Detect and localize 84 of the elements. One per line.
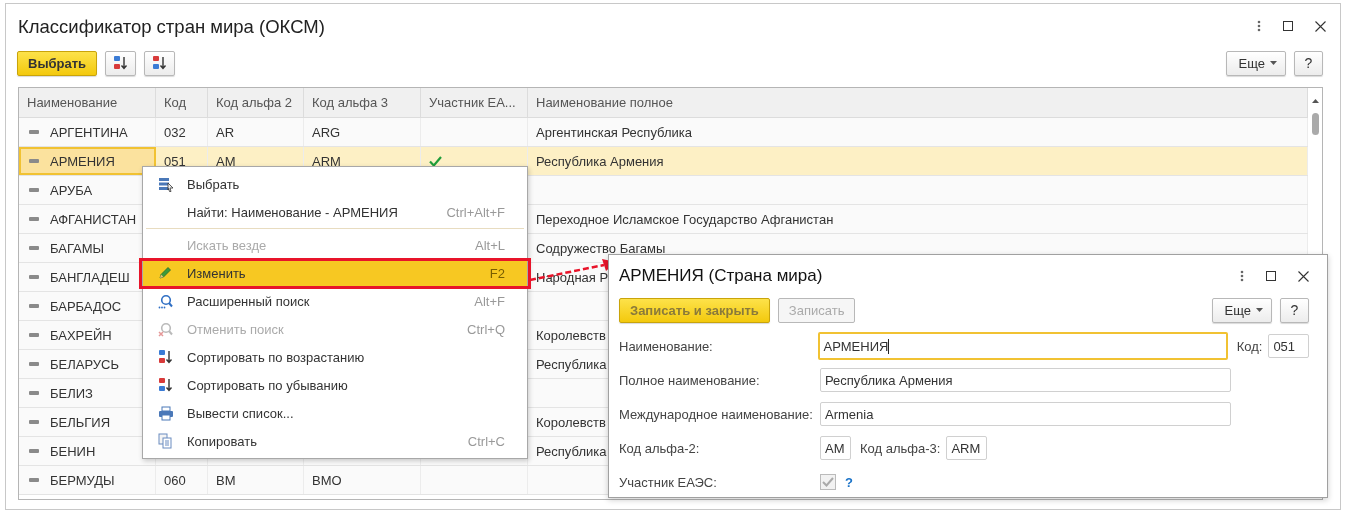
more-button[interactable]: Еще — [1225, 50, 1286, 76]
item-icon — [29, 449, 39, 453]
country-name: АРГЕНТИНА — [50, 124, 128, 140]
more-options-icon[interactable] — [1240, 270, 1244, 282]
country-name: БЕРМУДЫ — [50, 472, 115, 488]
country-name: АФГАНИСТАН — [50, 211, 137, 227]
copy-icon — [158, 433, 173, 449]
item-icon — [29, 304, 39, 308]
sort-descending-icon — [151, 55, 168, 71]
field-label: Код альфа-3: — [860, 440, 941, 456]
item-icon — [29, 130, 39, 134]
table-row[interactable]: АРГЕНТИНА 032 AR ARG Аргентинская Республика — [19, 118, 1308, 147]
item-icon — [29, 275, 39, 279]
column-header[interactable]: Код альфа 3 — [304, 88, 421, 117]
menu-item[interactable]: Сортировать по возрастанию — [143, 343, 527, 371]
select-button[interactable]: Выбрать — [17, 50, 98, 76]
alpha3-field[interactable]: ARM — [946, 436, 988, 460]
search-icon — [158, 293, 173, 309]
field-label: Международное наименование: — [619, 406, 814, 422]
list-icon — [158, 176, 174, 192]
country-name: АРУБА — [50, 182, 93, 198]
country-name: БАГАМЫ — [50, 240, 105, 256]
column-header[interactable]: Код альфа 2 — [208, 88, 304, 117]
table-cell: AR — [208, 118, 304, 146]
sort-ascending-icon — [158, 349, 174, 365]
caret-icon — [1256, 308, 1263, 312]
country-name: БЕЛАРУСЬ — [50, 356, 119, 372]
help-button[interactable]: ? — [1294, 50, 1323, 76]
item-icon — [29, 188, 39, 192]
column-header[interactable]: Наименование — [19, 88, 156, 117]
help-button[interactable]: ? — [1280, 297, 1309, 323]
country-name: АРМЕНИЯ — [50, 153, 115, 169]
caret-icon — [1270, 61, 1277, 65]
item-icon — [29, 333, 39, 337]
item-icon — [29, 420, 39, 424]
item-icon — [29, 159, 39, 163]
close-icon[interactable] — [1315, 20, 1326, 32]
table-cell: ARG — [304, 118, 421, 146]
name-field[interactable]: АРМЕНИЯ — [817, 332, 1228, 360]
maximize-icon[interactable] — [1283, 21, 1293, 31]
more-button[interactable]: Еще — [1211, 297, 1272, 323]
sort-descending-icon — [158, 377, 174, 393]
country-name: БЕЛИЗ — [50, 385, 93, 401]
alpha2-field[interactable]: AM — [820, 436, 851, 460]
more-options-icon[interactable] — [1257, 20, 1261, 32]
item-icon — [29, 478, 39, 482]
sort-ascending-button[interactable] — [105, 50, 137, 76]
menu-item[interactable]: Расширенный поиск Alt+F — [143, 287, 527, 315]
table-cell: 032 — [156, 118, 208, 146]
table-cell: BM — [208, 466, 304, 494]
field-label: Участник ЕАЭС: — [619, 474, 718, 490]
pencil-icon — [158, 266, 172, 280]
table-cell: 060 — [156, 466, 208, 494]
field-label: Код альфа-2: — [619, 440, 701, 456]
menu-item[interactable]: Изменить F2 — [143, 259, 527, 287]
item-icon — [29, 391, 39, 395]
search-cancel-icon — [158, 321, 173, 337]
menu-item[interactable]: Сортировать по убыванию — [143, 371, 527, 399]
table-cell: BMO — [304, 466, 421, 494]
table-row[interactable]: АРМЕНИЯ 051 AM ARM Республика Армения — [19, 147, 1308, 176]
item-icon — [29, 217, 39, 221]
maximize-icon[interactable] — [1266, 271, 1276, 281]
close-icon[interactable] — [1298, 270, 1309, 282]
country-name: БЕНИН — [50, 443, 96, 459]
full-name-field[interactable]: Республика Армения — [820, 368, 1231, 392]
code-field[interactable]: 051 — [1268, 334, 1309, 358]
dialog-title: АРМЕНИЯ (Страна мира) — [619, 266, 823, 286]
menu-item[interactable]: Вывести список... — [143, 399, 527, 427]
country-name: БАХРЕЙН — [50, 327, 112, 343]
item-icon — [29, 362, 39, 366]
country-name: БАНГЛАДЕШ — [50, 269, 130, 285]
column-header[interactable]: Код — [156, 88, 208, 117]
column-header[interactable]: Участник ЕА... — [421, 88, 528, 117]
printer-icon — [158, 405, 174, 421]
sort-ascending-icon — [112, 55, 129, 71]
window-title: Классификатор стран мира (ОКСМ) — [18, 15, 325, 38]
menu-item[interactable]: Копировать Ctrl+C — [143, 427, 527, 455]
scrollbar-thumb[interactable] — [1311, 113, 1319, 135]
item-icon — [29, 246, 39, 250]
country-name: БЕЛЬГИЯ — [50, 414, 111, 430]
scroll-up-icon[interactable] — [1311, 99, 1319, 103]
international-name-field[interactable]: Armenia — [820, 402, 1231, 426]
country-name: БАРБАДОС — [50, 298, 122, 314]
sort-descending-button[interactable] — [144, 50, 176, 76]
